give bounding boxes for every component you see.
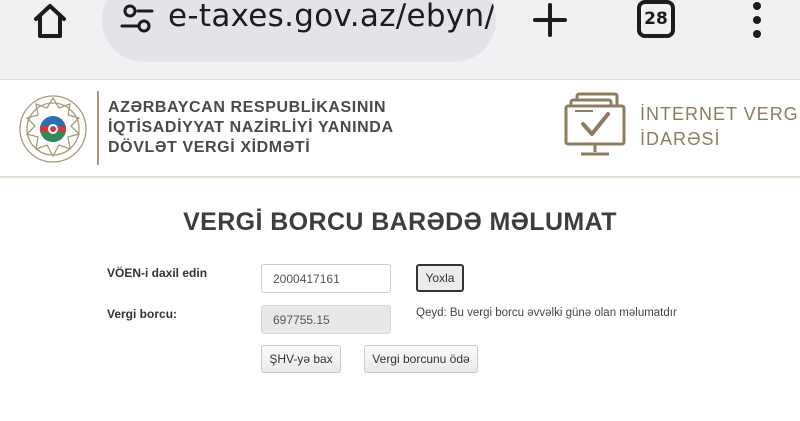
pay-debt-button[interactable]: Vergi borcunu ödə	[364, 345, 478, 373]
org-name-line-2: İQTİSADİYYAT NAZİRLİYİ YANINDA	[108, 119, 394, 136]
voen-label: VÖEN-i daxil edin	[107, 266, 208, 280]
service-name-line-1: İNTERNET VERGİ	[640, 104, 800, 124]
url-text[interactable]: e-taxes.gov.az/ebyn/	[168, 0, 495, 34]
debt-label: Vergi borcu:	[107, 307, 178, 321]
address-bar[interactable]: e-taxes.gov.az/ebyn/	[102, 0, 496, 62]
org-name-line-3: DÖVLƏT VERGİ XİDMƏTİ	[108, 139, 311, 156]
header-divider	[97, 91, 99, 165]
state-emblem-logo	[19, 95, 87, 163]
browser-toolbar: e-taxes.gov.az/ebyn/ 28	[0, 0, 800, 80]
service-name: İNTERNET VERGİ İDARƏSİ	[640, 102, 800, 152]
site-header: AZƏRBAYCAN RESPUBLİKASININ İQTİSADİYYAT …	[0, 80, 800, 178]
more-options-icon[interactable]	[745, 0, 769, 40]
debt-amount-field: 697755.15	[261, 305, 391, 334]
computer-checkmark-icon	[564, 92, 626, 156]
site-settings-icon[interactable]	[120, 2, 154, 36]
debt-note: Qeyd: Bu vergi borcu əvvəlki günə olan m…	[416, 307, 677, 319]
tab-switcher-button[interactable]: 28	[637, 0, 675, 38]
service-name-line-2: İDARƏSİ	[640, 129, 721, 149]
voen-input[interactable]: 2000417161	[261, 264, 391, 293]
shv-button[interactable]: ŞHV-yə bax	[261, 345, 341, 373]
home-icon[interactable]	[28, 0, 72, 40]
new-tab-icon[interactable]	[528, 0, 572, 40]
page-title: VERGİ BORCU BARƏDƏ MƏLUMAT	[183, 208, 617, 236]
check-button[interactable]: Yoxla	[416, 264, 464, 292]
org-name-line-1: AZƏRBAYCAN RESPUBLİKASININ	[108, 99, 387, 116]
organization-name: AZƏRBAYCAN RESPUBLİKASININ İQTİSADİYYAT …	[108, 98, 394, 158]
